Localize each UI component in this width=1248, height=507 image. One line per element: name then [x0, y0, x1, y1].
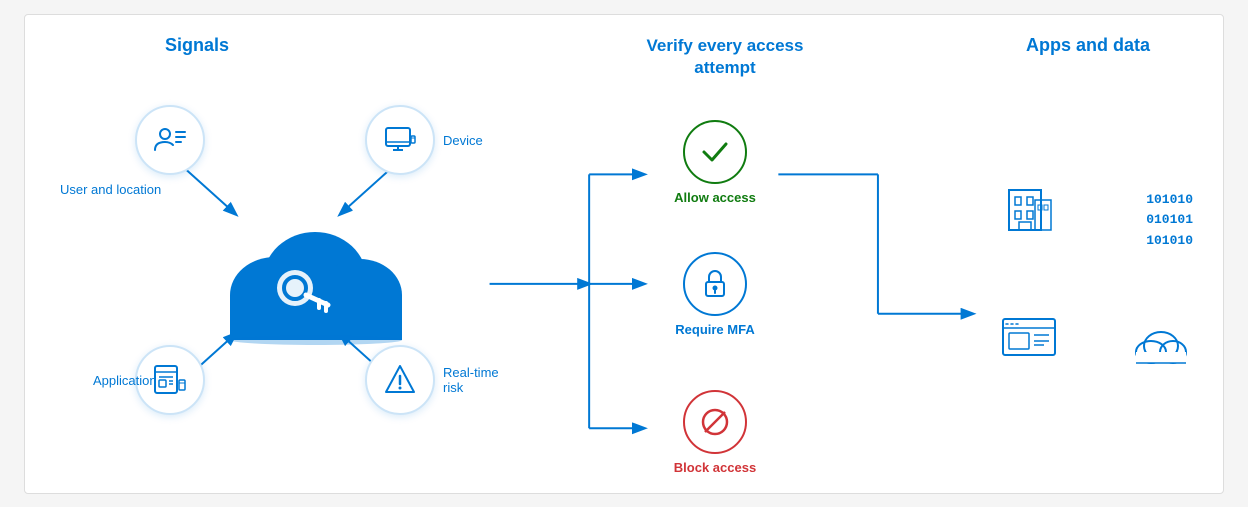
- require-mfa-label: Require MFA: [675, 322, 754, 337]
- device-label: Device: [443, 133, 483, 148]
- block-access-outcome: Block access: [655, 390, 775, 475]
- cloud-icon: [210, 200, 410, 350]
- require-mfa-outcome: Require MFA: [655, 252, 775, 337]
- application-label: Application: [93, 373, 157, 388]
- cloud-storage-icon: [1129, 320, 1193, 375]
- apps-data-section-title: Apps and data: [978, 35, 1198, 56]
- arrows-overlay: [25, 15, 1223, 493]
- signals-section-title: Signals: [165, 35, 229, 56]
- diagram-container: Signals User and location: [24, 14, 1224, 494]
- block-access-label: Block access: [674, 460, 756, 475]
- device-icon: [365, 105, 435, 175]
- allow-access-outcome: Allow access: [655, 120, 775, 205]
- verify-section-title: Verify every access attempt: [625, 35, 825, 79]
- portal-icon: [999, 315, 1063, 370]
- building-icon: [999, 175, 1063, 244]
- user-location-icon: [135, 105, 205, 175]
- risk-icon: [365, 345, 435, 415]
- user-location-label: User and location: [60, 182, 161, 197]
- risk-label: Real-time Real-time risk risk: [443, 365, 499, 395]
- binary-data: 101010 010101 101010: [1146, 190, 1193, 252]
- allow-access-label: Allow access: [674, 190, 756, 205]
